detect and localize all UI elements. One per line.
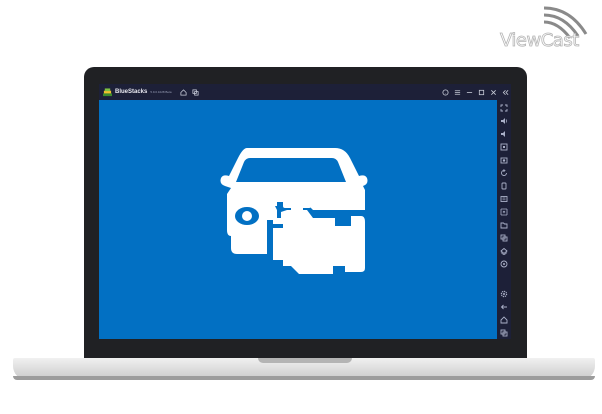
emulator-screen: BlueStacks 5.9.0.1028 Beta: [99, 84, 511, 339]
close-icon[interactable]: [487, 84, 499, 100]
brand-name: ViewCast: [500, 30, 580, 52]
app-version: 5.9.0.1028 Beta: [150, 90, 172, 94]
home-tab-icon[interactable]: [178, 84, 190, 100]
viewcast-logo: ViewCast: [500, 6, 596, 52]
multi-instance-icon[interactable]: [500, 208, 508, 216]
settings-icon[interactable]: [500, 290, 508, 298]
bluestacks-logo-icon: [103, 87, 112, 96]
copy-icon[interactable]: [500, 234, 508, 242]
shake-icon[interactable]: [500, 182, 508, 190]
minimize-icon[interactable]: [463, 84, 475, 100]
menu-icon[interactable]: [451, 84, 463, 100]
emulator-titlebar: BlueStacks 5.9.0.1028 Beta: [99, 84, 511, 100]
rotate-icon[interactable]: [500, 169, 508, 177]
collapse-sidebar-icon[interactable]: [499, 84, 511, 100]
laptop-base-shadow: [13, 376, 595, 380]
laptop-opening-notch: [258, 358, 352, 363]
eco-mode-icon[interactable]: [500, 247, 508, 255]
folder-icon[interactable]: [500, 221, 508, 229]
back-icon[interactable]: [500, 303, 508, 311]
location-icon[interactable]: [500, 260, 508, 268]
multi-window-icon[interactable]: [190, 84, 202, 100]
app-name: BlueStacks: [115, 89, 148, 95]
car-engine-icon: [220, 148, 369, 278]
screenshot-icon[interactable]: [500, 156, 508, 164]
emulator-sidebar: [497, 100, 511, 339]
recent-apps-icon[interactable]: [500, 329, 508, 337]
home-icon[interactable]: [500, 316, 508, 324]
volume-down-icon[interactable]: [500, 130, 508, 138]
macro-icon[interactable]: [500, 195, 508, 203]
volume-up-icon[interactable]: [500, 117, 508, 125]
fullscreen-icon[interactable]: [500, 104, 508, 112]
keymapping-icon[interactable]: [500, 143, 508, 151]
help-icon[interactable]: [439, 84, 451, 100]
maximize-icon[interactable]: [475, 84, 487, 100]
